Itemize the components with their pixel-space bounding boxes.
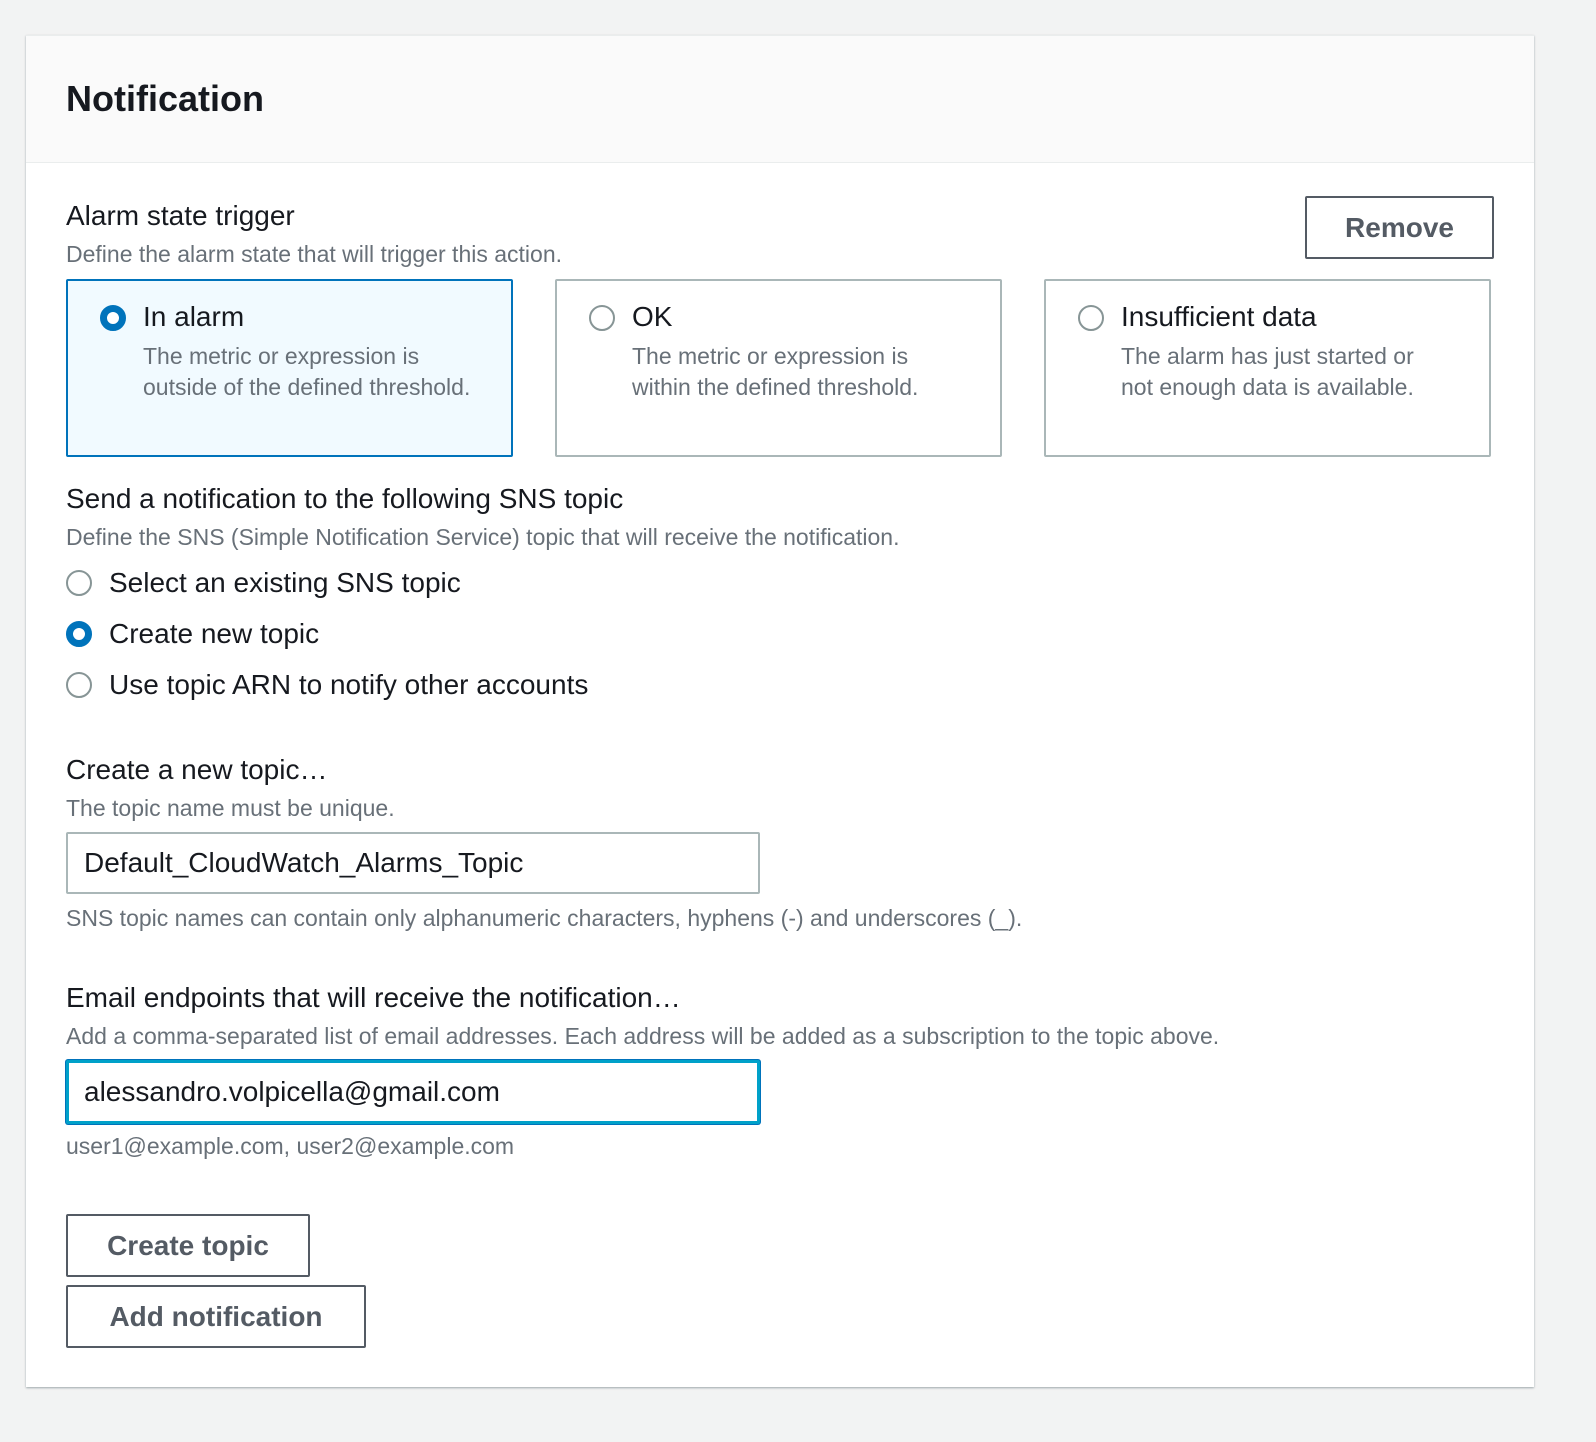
sns-label: Send a notification to the following SNS… <box>66 483 624 514</box>
radio-in-alarm[interactable] <box>100 305 126 331</box>
tile-description: The metric or expression is outside of t… <box>143 343 471 400</box>
option-label: Use topic ARN to notify other accounts <box>109 669 589 700</box>
new-topic-description: The topic name must be unique. <box>66 795 395 821</box>
topic-name-input[interactable] <box>66 832 760 894</box>
panel-title: Notification <box>66 78 264 119</box>
radio-create-new-topic[interactable] <box>66 621 92 647</box>
topic-name-constraint: SNS topic names can contain only alphanu… <box>66 905 1023 931</box>
email-label: Email endpoints that will receive the no… <box>66 982 681 1013</box>
remove-button[interactable]: Remove <box>1305 196 1494 259</box>
radio-topic-arn[interactable] <box>66 672 92 698</box>
tile-label: Insufficient data <box>1121 301 1317 332</box>
alarm-trigger-description: Define the alarm state that will trigger… <box>66 241 563 267</box>
panel-header: Notification <box>26 36 1534 163</box>
tile-label: OK <box>632 301 673 332</box>
sns-description: Define the SNS (Simple Notification Serv… <box>66 524 900 550</box>
tile-label: In alarm <box>143 301 245 332</box>
email-hint: user1@example.com, user2@example.com <box>66 1133 515 1159</box>
alarm-trigger-label: Alarm state trigger <box>66 200 295 231</box>
radio-insufficient-data[interactable] <box>1078 305 1104 331</box>
create-topic-button[interactable]: Create topic <box>66 1214 310 1277</box>
tile-ok[interactable]: OK The metric or expression is within th… <box>555 279 1002 457</box>
tile-insufficient-data[interactable]: Insufficient data The alarm has just sta… <box>1044 279 1491 457</box>
add-notification-button[interactable]: Add notification <box>66 1285 366 1348</box>
tile-description: The alarm has just started or not enough… <box>1121 343 1414 400</box>
radio-existing-topic[interactable] <box>66 570 92 596</box>
tile-description: The metric or expression is within the d… <box>632 343 919 400</box>
email-endpoints-input[interactable] <box>66 1060 760 1124</box>
email-description: Add a comma-separated list of email addr… <box>66 1023 1220 1049</box>
radio-ok[interactable] <box>589 305 615 331</box>
notification-panel: Notification Alarm state trigger Define … <box>26 35 1534 1387</box>
tile-in-alarm[interactable]: In alarm The metric or expression is out… <box>66 279 513 457</box>
option-label: Select an existing SNS topic <box>109 567 461 598</box>
new-topic-label: Create a new topic… <box>66 754 328 785</box>
option-label: Create new topic <box>109 618 320 649</box>
